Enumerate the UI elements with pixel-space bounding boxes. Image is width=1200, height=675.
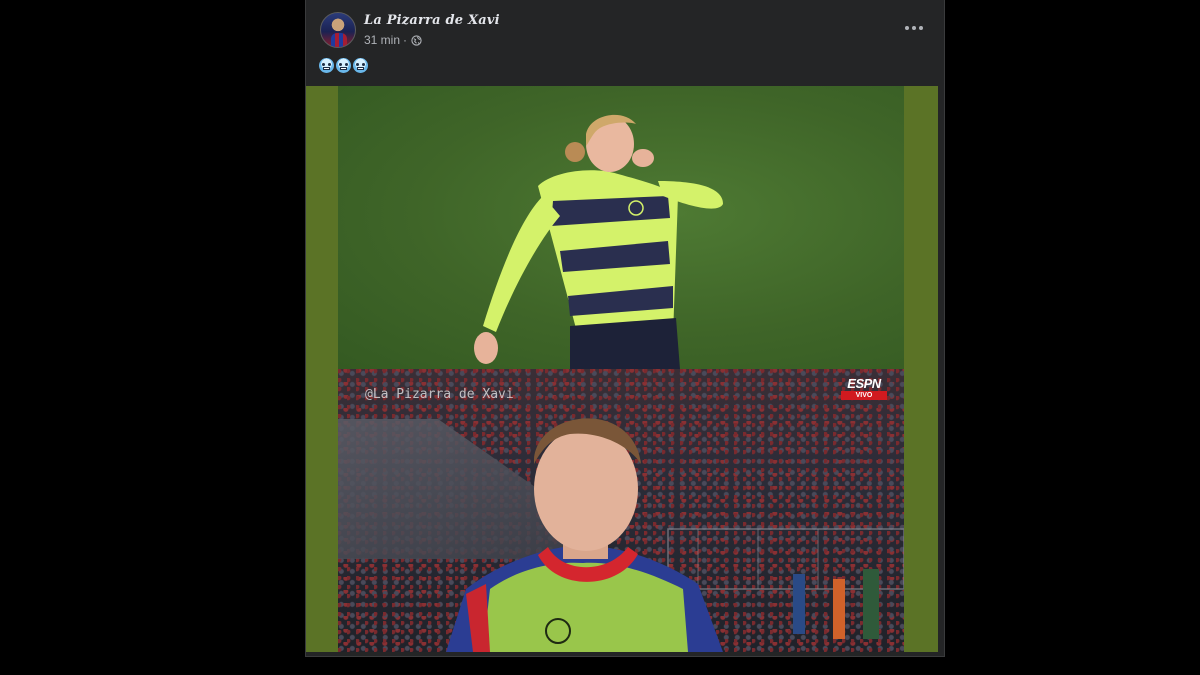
live-badge: VIVO bbox=[841, 391, 887, 400]
post-media[interactable]: @La Pizarra de Xavi ESPN VIVO bbox=[306, 86, 938, 652]
dejected-player-photo: @La Pizarra de Xavi ESPN VIVO bbox=[338, 369, 904, 652]
player-illustration bbox=[474, 114, 723, 369]
post-header: La Pizarra de Xavi 31 min · bbox=[306, 0, 946, 86]
page-name-link[interactable]: La Pizarra de Xavi bbox=[364, 13, 500, 28]
avatar-jersey-graphic bbox=[331, 33, 347, 47]
facebook-post: La Pizarra de Xavi 31 min · @La Pizarra … bbox=[305, 0, 945, 657]
more-options-button[interactable] bbox=[902, 18, 926, 38]
espn-logo: ESPN VIVO bbox=[841, 377, 887, 400]
image-watermark: @La Pizarra de Xavi bbox=[365, 387, 514, 402]
celebrating-player-photo bbox=[338, 86, 904, 369]
cold-face-emoji bbox=[319, 58, 334, 73]
cold-face-emoji bbox=[336, 58, 351, 73]
post-meta: 31 min · bbox=[364, 33, 422, 47]
globe-icon bbox=[411, 34, 422, 46]
cold-face-emoji bbox=[353, 58, 368, 73]
dejected-player-illustration bbox=[446, 418, 904, 652]
more-horizontal-icon bbox=[919, 26, 923, 30]
more-horizontal-icon bbox=[905, 26, 909, 30]
meta-separator: · bbox=[403, 33, 408, 47]
more-horizontal-icon bbox=[912, 26, 916, 30]
page-avatar[interactable] bbox=[320, 12, 356, 48]
broadcaster-name: ESPN bbox=[847, 376, 881, 391]
post-timestamp[interactable]: 31 min bbox=[364, 33, 400, 47]
post-caption bbox=[319, 58, 368, 73]
